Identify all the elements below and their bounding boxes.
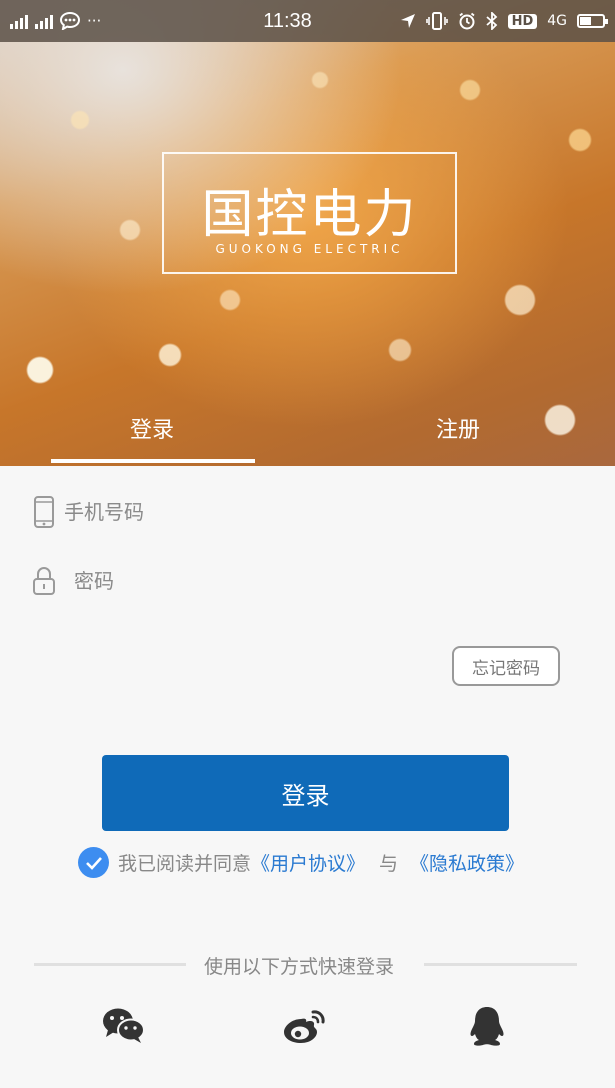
- location-icon: [400, 14, 415, 28]
- auth-tabs: 登录 注册: [0, 400, 615, 466]
- bluetooth-icon: [485, 12, 497, 30]
- password-input[interactable]: [74, 569, 474, 593]
- brand-logo: 国控电力 GUOKONG ELECTRIC: [162, 152, 457, 274]
- hero-banner: 国控电力 GUOKONG ELECTRIC 登录 注册: [0, 0, 615, 466]
- lock-icon: [32, 563, 56, 599]
- vibrate-icon: [425, 12, 448, 30]
- tab-login[interactable]: 登录: [130, 412, 174, 444]
- divider-line-left: [34, 963, 186, 966]
- signal-icon: [10, 13, 28, 29]
- login-button[interactable]: 登录: [102, 755, 509, 831]
- agreement-prefix: 我已阅读并同意: [118, 853, 252, 875]
- tab-register[interactable]: 注册: [436, 412, 480, 444]
- status-bar: ··· 11:38 HD 4G: [0, 0, 615, 42]
- brand-subtitle: GUOKONG ELECTRIC: [215, 242, 404, 256]
- quick-login-label: 使用以下方式快速登录: [204, 956, 395, 978]
- divider-line-right: [424, 963, 577, 966]
- wechat-icon: [103, 1008, 145, 1043]
- brand-title: 国控电力: [201, 185, 418, 245]
- agreement-checkbox[interactable]: [78, 847, 109, 878]
- network-type: 4G: [547, 13, 567, 29]
- weibo-icon: [284, 1010, 325, 1043]
- qq-login-button[interactable]: [463, 1002, 511, 1050]
- phone-input[interactable]: [64, 500, 464, 524]
- signal-icon: [35, 13, 53, 29]
- quick-login-divider: 使用以下方式快速登录: [34, 952, 577, 978]
- more-notifications: ···: [87, 12, 102, 30]
- hd-badge: HD: [507, 13, 538, 29]
- alarm-icon: [459, 12, 475, 30]
- qq-icon: [470, 1007, 504, 1046]
- status-time: 11:38: [263, 9, 312, 32]
- password-field: [32, 563, 474, 599]
- message-icon: [60, 12, 80, 30]
- forgot-password-button[interactable]: 忘记密码: [452, 646, 560, 686]
- privacy-policy-link[interactable]: 《隐私政策》: [410, 849, 524, 876]
- phone-field: [32, 494, 464, 530]
- agreement-connector: 与: [379, 853, 399, 875]
- wechat-login-button[interactable]: [100, 1002, 148, 1050]
- user-agreement-link[interactable]: 《用户协议》: [251, 849, 365, 876]
- tab-active-indicator: [51, 459, 255, 463]
- phone-icon: [32, 494, 56, 530]
- agreement-row: 我已阅读并同意 《用户协议》 与 《隐私政策》: [78, 847, 524, 878]
- checkmark-icon: [85, 856, 102, 870]
- battery-icon: [577, 14, 608, 28]
- weibo-login-button[interactable]: [281, 1002, 329, 1050]
